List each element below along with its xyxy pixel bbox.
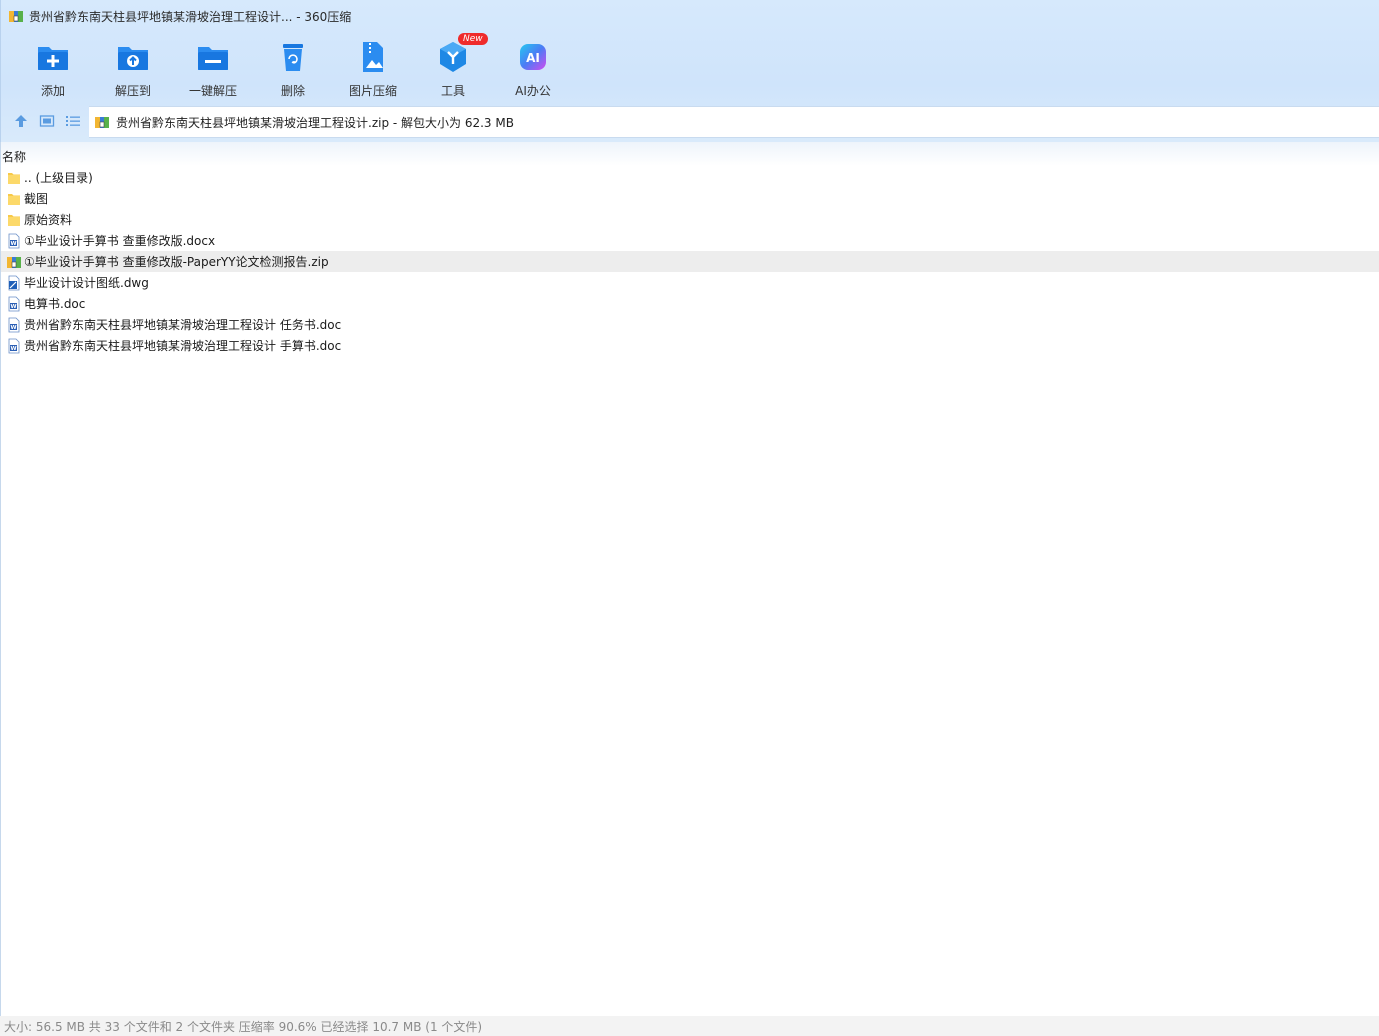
file-row[interactable]: 毕业设计设计图纸.dwg <box>1 272 1379 293</box>
word-document-icon: W <box>6 233 22 249</box>
thumbnail-view-icon[interactable] <box>39 113 55 129</box>
file-row[interactable]: ①毕业设计手算书 查重修改版-PaperYY论文检测报告.zip <box>1 251 1379 272</box>
main-toolbar: 添加 解压到 一键解压 删除 图片压缩 New 工具 AI AI办公 <box>13 33 573 100</box>
delete-label: 删除 <box>280 84 305 98</box>
file-name: ①毕业设计手算书 查重修改版.docx <box>24 234 216 248</box>
svg-text:W: W <box>10 325 16 331</box>
svg-text:W: W <box>10 346 16 352</box>
add-folder-icon <box>38 47 68 70</box>
folder-icon <box>6 191 22 207</box>
app-header: 贵州省黔东南天柱县坪地镇某滑坡治理工程设计... - 360压缩 添加 解压到 <box>0 0 1379 142</box>
file-list-area: 名称 .. (上级目录) 截图原始资料 W ①毕业设计手算书 查重修改版.docx ①毕… <box>0 142 1379 1016</box>
file-name: 截图 <box>24 192 49 206</box>
new-badge: New <box>458 33 488 45</box>
image-compress-button[interactable]: 图片压缩 <box>333 36 413 100</box>
trash-icon <box>283 44 303 71</box>
image-compress-icon <box>363 42 383 72</box>
file-row[interactable]: W 电算书.doc <box>1 293 1379 314</box>
folder-row[interactable]: .. (上级目录) <box>1 167 1379 188</box>
extract-to-label: 解压到 <box>114 84 151 98</box>
file-list: .. (上级目录) 截图原始资料 W ①毕业设计手算书 查重修改版.docx ①毕业设计… <box>1 167 1379 356</box>
folder-row[interactable]: 截图 <box>1 188 1379 209</box>
file-name: 毕业设计设计图纸.dwg <box>24 276 149 290</box>
file-name: 贵州省黔东南天柱县坪地镇某滑坡治理工程设计 手算书.doc <box>24 339 342 353</box>
folder-row[interactable]: 原始资料 <box>1 209 1379 230</box>
file-name: .. (上级目录) <box>24 171 93 185</box>
one-click-extract-icon <box>198 47 228 70</box>
file-row[interactable]: W 贵州省黔东南天柱县坪地镇某滑坡治理工程设计 手算书.doc <box>1 335 1379 356</box>
one-click-extract-label: 一键解压 <box>188 84 237 98</box>
zip-archive-icon <box>6 254 22 270</box>
image-compress-label: 图片压缩 <box>348 84 397 98</box>
word-document-icon: W <box>6 296 22 312</box>
svg-text:W: W <box>10 241 16 247</box>
address-text: 贵州省黔东南天柱县坪地镇某滑坡治理工程设计.zip - 解包大小为 62.3 M… <box>116 115 514 130</box>
up-arrow-icon[interactable] <box>13 113 29 129</box>
file-name: ①毕业设计手算书 查重修改版-PaperYY论文检测报告.zip <box>24 255 329 269</box>
column-name-header[interactable]: 名称 <box>2 148 26 165</box>
svg-text:W: W <box>10 304 16 310</box>
zip-archive-icon <box>95 117 109 128</box>
navigation-row: 贵州省黔东南天柱县坪地镇某滑坡治理工程设计.zip - 解包大小为 62.3 M… <box>1 106 1379 138</box>
ai-office-button[interactable]: AI AI办公 <box>493 36 573 100</box>
file-name: 电算书.doc <box>24 297 86 311</box>
file-name: 贵州省黔东南天柱县坪地镇某滑坡治理工程设计 任务书.doc <box>24 318 342 332</box>
file-row[interactable]: W ①毕业设计手算书 查重修改版.docx <box>1 230 1379 251</box>
folder-icon <box>6 170 22 186</box>
tools-label: 工具 <box>440 84 465 98</box>
address-bar[interactable]: 贵州省黔东南天柱县坪地镇某滑坡治理工程设计.zip - 解包大小为 62.3 M… <box>89 106 1379 138</box>
ai-office-label: AI办公 <box>515 84 551 98</box>
column-header: 名称 <box>1 142 1379 166</box>
zip-archive-icon <box>9 11 23 22</box>
delete-button[interactable]: 删除 <box>253 36 333 100</box>
svg-text:AI: AI <box>526 51 540 65</box>
file-row[interactable]: W 贵州省黔东南天柱县坪地镇某滑坡治理工程设计 任务书.doc <box>1 314 1379 335</box>
add-button[interactable]: 添加 <box>13 36 93 100</box>
tools-button[interactable]: New 工具 <box>413 33 493 100</box>
ai-office-icon: AI <box>520 44 546 70</box>
title-bar: 贵州省黔东南天柱县坪地镇某滑坡治理工程设计... - 360压缩 <box>1 0 1379 32</box>
dwg-drawing-icon <box>6 275 22 291</box>
status-text: 大小: 56.5 MB 共 33 个文件和 2 个文件夹 压缩率 90.6% 已… <box>4 1019 483 1034</box>
window-title: 贵州省黔东南天柱县坪地镇某滑坡治理工程设计... - 360压缩 <box>29 9 352 24</box>
word-document-icon: W <box>6 317 22 333</box>
word-document-icon: W <box>6 338 22 354</box>
file-name: 原始资料 <box>24 213 73 227</box>
folder-icon <box>6 212 22 228</box>
one-click-extract-button[interactable]: 一键解压 <box>173 36 253 100</box>
add-label: 添加 <box>40 84 65 98</box>
extract-to-button[interactable]: 解压到 <box>93 36 173 100</box>
list-view-icon[interactable] <box>65 113 81 129</box>
status-bar: 大小: 56.5 MB 共 33 个文件和 2 个文件夹 压缩率 90.6% 已… <box>0 1016 1379 1036</box>
extract-to-icon <box>118 47 148 70</box>
